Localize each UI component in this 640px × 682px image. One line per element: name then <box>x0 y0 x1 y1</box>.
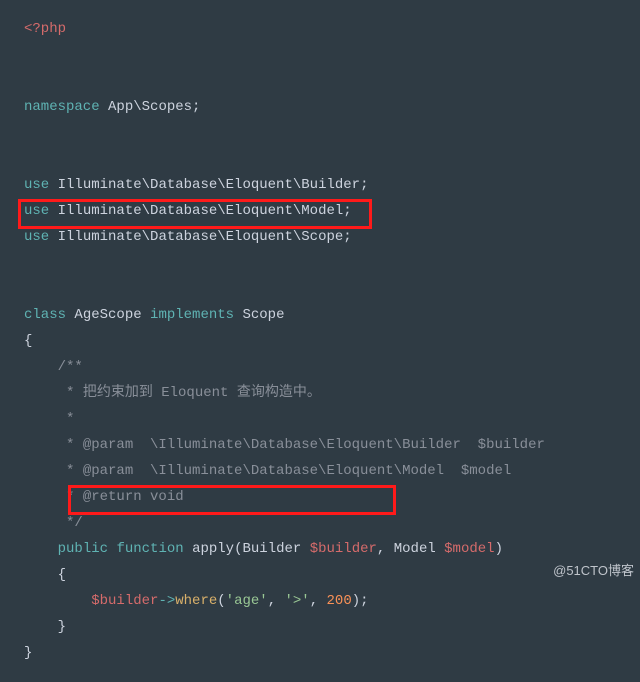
arg-200: 200 <box>327 593 352 609</box>
kw-implements: implements <box>150 307 234 323</box>
kw-use: use <box>24 229 49 245</box>
kw-class: class <box>24 307 66 323</box>
paren: ( <box>217 593 225 609</box>
arg-gt: '>' <box>285 593 310 609</box>
kw-namespace: namespace <box>24 99 100 115</box>
brace: { <box>24 333 32 349</box>
code-block: <?php namespace App\Scopes; use Illumina… <box>0 0 640 682</box>
brace: } <box>24 645 32 661</box>
kw-use: use <box>24 203 49 219</box>
brace: } <box>58 619 66 635</box>
kw-function: function <box>116 541 183 557</box>
php-open-tag: <?php <box>24 21 66 37</box>
kw-use: use <box>24 177 49 193</box>
comment-line: * 把约束加到 Eloquent 查询构造中。 <box>58 385 321 401</box>
type-builder: Builder <box>242 541 301 557</box>
comment-line: * @return void <box>58 489 184 505</box>
comment-line: * @param \Illuminate\Database\Eloquent\M… <box>58 463 512 479</box>
use-model: Illuminate\Database\Eloquent\Model; <box>58 203 352 219</box>
method-where: where <box>175 593 217 609</box>
comment-line: * @param \Illuminate\Database\Eloquent\B… <box>58 437 545 453</box>
func-name: apply <box>192 541 234 557</box>
brace: { <box>58 567 66 583</box>
use-scope: Illuminate\Database\Eloquent\Scope; <box>58 229 352 245</box>
comment-line: /** <box>58 359 83 375</box>
stmt-end: ); <box>352 593 369 609</box>
var-builder: $builder <box>91 593 158 609</box>
arg-age: 'age' <box>226 593 268 609</box>
paren: ) <box>495 541 503 557</box>
comma: , <box>268 593 276 609</box>
type-model: Model <box>394 541 436 557</box>
comment-line: */ <box>58 515 83 531</box>
var-builder: $builder <box>310 541 377 557</box>
use-builder: Illuminate\Database\Eloquent\Builder; <box>58 177 369 193</box>
class-name: AgeScope <box>74 307 141 323</box>
comma: , <box>310 593 318 609</box>
implements-name: Scope <box>242 307 284 323</box>
comma: , <box>377 541 385 557</box>
kw-public: public <box>58 541 108 557</box>
var-model: $model <box>444 541 494 557</box>
arrow-op: -> <box>158 593 175 609</box>
watermark-text: @51CTO博客 <box>553 558 634 584</box>
namespace-name: App\Scopes; <box>108 99 200 115</box>
comment-line: * <box>58 411 75 427</box>
